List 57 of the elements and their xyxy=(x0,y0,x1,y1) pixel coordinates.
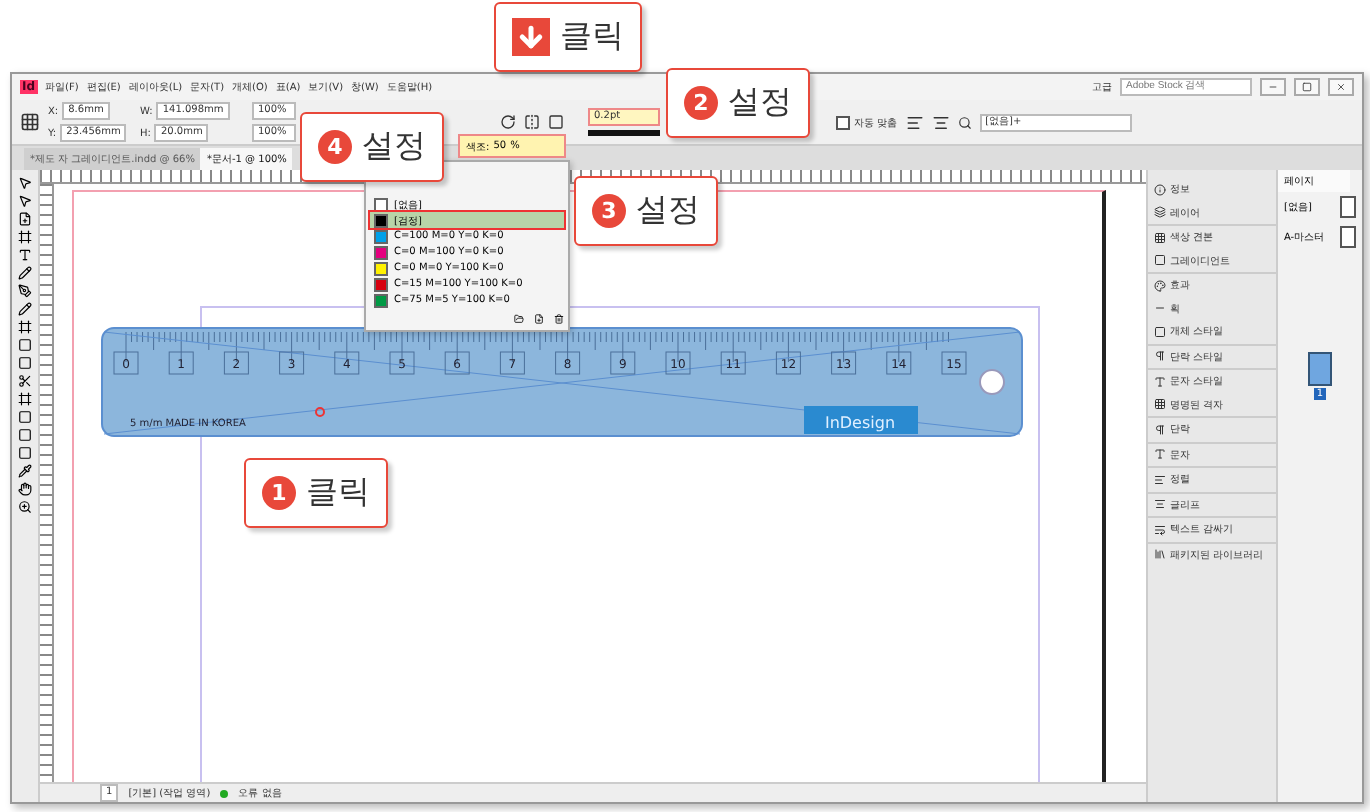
page-icon xyxy=(1340,226,1356,248)
step-number: 2 xyxy=(684,86,718,120)
step-number: 1 xyxy=(262,476,296,510)
callout-text: 설정 xyxy=(362,126,426,168)
step-number: 4 xyxy=(318,130,352,164)
maximize-icon xyxy=(1302,82,1312,92)
tool-icon[interactable] xyxy=(18,266,32,280)
tool-icon[interactable] xyxy=(18,500,32,514)
tool-icon[interactable] xyxy=(18,230,32,244)
layers-icon xyxy=(1154,206,1166,219)
line-icon xyxy=(1154,302,1166,315)
page-thumbnail[interactable] xyxy=(1308,352,1332,386)
callout-text: 설정 xyxy=(728,82,792,124)
grid-icon xyxy=(1154,398,1166,411)
pilcrow-icon xyxy=(1154,350,1166,363)
rotate-icon[interactable] xyxy=(500,114,516,130)
align-icon[interactable] xyxy=(905,113,924,131)
tool-icon[interactable] xyxy=(18,374,32,388)
square-icon xyxy=(1154,254,1166,267)
checkbox[interactable] xyxy=(836,115,850,129)
search-icon[interactable] xyxy=(957,115,972,129)
flip-icon[interactable] xyxy=(524,114,540,130)
pilcrow-icon xyxy=(1154,423,1166,436)
tool-icon[interactable] xyxy=(18,392,32,406)
tool-icon[interactable] xyxy=(18,212,32,226)
tool-icon[interactable] xyxy=(18,284,32,298)
callout-text: 클릭 xyxy=(560,16,624,58)
letter-icon xyxy=(1154,448,1166,461)
align-icon xyxy=(1154,498,1166,511)
fill-swatch-icon[interactable] xyxy=(548,114,564,130)
brand-label: InDesign xyxy=(824,414,896,432)
tool-icon[interactable] xyxy=(18,464,32,478)
folder-icon[interactable] xyxy=(514,314,524,324)
minimize-icon xyxy=(1268,82,1278,92)
tool-icon[interactable] xyxy=(18,482,32,496)
wrap-icon xyxy=(1154,523,1166,536)
align-icon xyxy=(1154,473,1166,486)
books-icon xyxy=(1154,548,1166,561)
page-icon xyxy=(1340,196,1356,218)
tool-icon[interactable] xyxy=(18,302,32,316)
callout-text: 클릭 xyxy=(306,472,370,514)
info-icon xyxy=(1154,183,1166,196)
callout-text: 설정 xyxy=(636,190,700,232)
step-number: 3 xyxy=(592,194,626,228)
palette-icon xyxy=(1154,279,1166,292)
close-button[interactable] xyxy=(1328,78,1354,96)
tool-icon[interactable] xyxy=(18,248,32,262)
square-icon xyxy=(1154,325,1166,338)
status-dot-icon xyxy=(220,789,229,797)
align-icon[interactable] xyxy=(931,113,950,131)
maximize-button[interactable] xyxy=(1294,78,1320,96)
tool-icon[interactable] xyxy=(18,320,32,334)
trash-icon[interactable] xyxy=(554,314,564,324)
new-swatch-icon[interactable] xyxy=(534,314,544,324)
grid-icon xyxy=(1154,231,1166,244)
reference-point-icon[interactable] xyxy=(20,112,40,132)
letter-icon xyxy=(1154,375,1166,388)
